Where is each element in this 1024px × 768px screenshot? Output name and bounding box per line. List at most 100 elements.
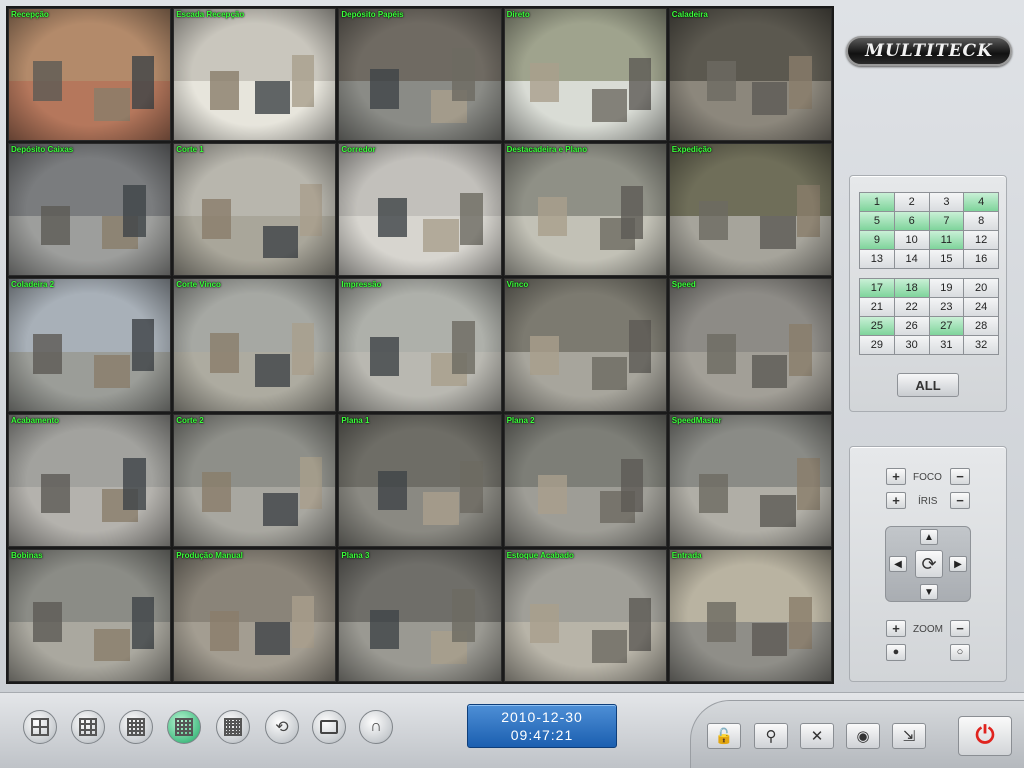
camera-tile[interactable]: Escada Recepção (173, 8, 337, 142)
channel-button-5[interactable]: 5 (860, 212, 894, 230)
channel-button-28[interactable]: 28 (964, 317, 998, 335)
channel-button-23[interactable]: 23 (929, 298, 964, 316)
channel-button-15[interactable]: 15 (929, 250, 964, 268)
channel-button-10[interactable]: 10 (894, 231, 929, 249)
lens-vignette (669, 414, 831, 546)
camera-tile[interactable]: Direto (503, 8, 667, 142)
camera-tile[interactable]: Corte Vinco (173, 278, 337, 412)
channel-button-7[interactable]: 7 (929, 212, 964, 230)
channel-button-21[interactable]: 21 (860, 298, 894, 316)
channel-button-29[interactable]: 29 (860, 336, 894, 354)
channel-button-14[interactable]: 14 (894, 250, 929, 268)
channel-button-9[interactable]: 9 (860, 231, 894, 249)
lock-button[interactable]: 🔓 (707, 723, 741, 749)
camera-tile[interactable]: Speed (668, 278, 832, 412)
camera-tile[interactable]: Plana 1 (338, 413, 502, 547)
search-button[interactable]: ⚲ (754, 723, 788, 749)
camera-tile[interactable]: Expedição (668, 143, 832, 277)
zoom-minus-button[interactable]: − (950, 620, 970, 637)
channel-button-2[interactable]: 2 (894, 193, 929, 211)
pan-left-button[interactable]: ◀ (889, 556, 907, 572)
channel-button-16[interactable]: 16 (964, 250, 998, 268)
focus-plus-button[interactable]: + (886, 468, 906, 485)
channel-button-11[interactable]: 11 (929, 231, 964, 249)
channel-button-1[interactable]: 1 (860, 193, 894, 211)
channel-button-4[interactable]: 4 (964, 193, 998, 211)
camera-tile[interactable]: Estoque Acabado (503, 548, 667, 682)
camera-tile[interactable]: Corredor (338, 143, 502, 277)
layout-2x2-button[interactable] (71, 710, 105, 744)
power-button[interactable]: ⏻ (958, 716, 1012, 756)
camera-tile[interactable]: Depósito Papéis (338, 8, 502, 142)
camera-tile[interactable]: Corte 1 (173, 143, 337, 277)
layout-3x3-button[interactable] (119, 710, 153, 744)
channel-button-6[interactable]: 6 (894, 212, 929, 230)
camera-label: Corte 2 (176, 415, 204, 425)
channel-button-12[interactable]: 12 (964, 231, 998, 249)
layout-1x1-button[interactable] (23, 710, 57, 744)
iris-minus-button[interactable]: − (950, 492, 970, 509)
channel-button-17[interactable]: 17 (860, 279, 894, 297)
camera-tile[interactable]: Entrada (668, 548, 832, 682)
camera-label: Corte Vinco (176, 280, 221, 290)
pan-up-button[interactable]: ▲ (920, 529, 938, 545)
camera-tile[interactable]: Bobinas (8, 548, 172, 682)
channel-button-22[interactable]: 22 (894, 298, 929, 316)
grid-cell (40, 727, 48, 735)
camera-tile[interactable]: Coladeira 2 (8, 278, 172, 412)
camera-label: SpeedMaster (671, 415, 722, 425)
record-button[interactable]: ◉ (846, 723, 880, 749)
channel-button-32[interactable]: 32 (964, 336, 998, 354)
channel-button-19[interactable]: 19 (929, 279, 964, 297)
date-time-display: 2010-12-30 09:47:21 (467, 704, 617, 748)
camera-tile[interactable]: SpeedMaster (668, 413, 832, 547)
channel-group-2: 17 18 19 20 21 22 23 24 25 26 27 28 29 30 31 32 (859, 278, 999, 355)
camera-tile[interactable]: Depósito Caixas (8, 143, 172, 277)
bulb-icon: ● (892, 646, 900, 658)
minimize-button[interactable]: ⇲ (892, 723, 926, 749)
channel-button-8[interactable]: 8 (964, 212, 998, 230)
camera-tile[interactable]: Acabamento (8, 413, 172, 547)
camera-tile[interactable]: Destacadeira e Plano (503, 143, 667, 277)
camera-grid: Recepção Escada Recepção Depósito Papéis Di… (6, 6, 834, 684)
fullscreen-button[interactable] (312, 710, 346, 744)
settings-button[interactable]: ✕ (800, 723, 834, 749)
lens-vignette (9, 549, 171, 681)
focus-minus-button[interactable]: − (950, 468, 970, 485)
layout-4x4-button[interactable] (167, 710, 201, 744)
pan-down-button[interactable]: ▼ (920, 584, 938, 600)
lens-vignette (174, 144, 336, 276)
lens-vignette (339, 9, 501, 141)
channel-button-20[interactable]: 20 (964, 279, 998, 297)
camera-tile[interactable]: Caladeira (668, 8, 832, 142)
channel-button-13[interactable]: 13 (860, 250, 894, 268)
camera-tile[interactable]: Impressão (338, 278, 502, 412)
camera-tile[interactable]: Recepção (8, 8, 172, 142)
lens-vignette (669, 549, 831, 681)
channel-button-27[interactable]: 27 (929, 317, 964, 335)
camera-tile[interactable]: Plana 3 (338, 548, 502, 682)
channel-button-30[interactable]: 30 (894, 336, 929, 354)
channel-button-25[interactable]: 25 (860, 317, 894, 335)
all-channels-button[interactable]: ALL (897, 373, 959, 397)
channel-button-18[interactable]: 18 (894, 279, 929, 297)
camera-tile[interactable]: Produção Manual (173, 548, 337, 682)
iris-plus-button[interactable]: + (886, 492, 906, 509)
camera-tile[interactable]: Plana 2 (503, 413, 667, 547)
audio-button[interactable]: ∩ (359, 710, 393, 744)
layout-5x5-button[interactable] (216, 710, 250, 744)
light-on-button[interactable]: ● (886, 644, 906, 661)
zoom-plus-button[interactable]: + (886, 620, 906, 637)
light-off-button[interactable]: ○ (950, 644, 970, 661)
channel-button-3[interactable]: 3 (929, 193, 964, 211)
channel-button-26[interactable]: 26 (894, 317, 929, 335)
camera-tile[interactable]: Vinco (503, 278, 667, 412)
channel-button-24[interactable]: 24 (964, 298, 998, 316)
sequence-button[interactable]: ⟲ (265, 710, 299, 744)
camera-label: Direto (506, 10, 530, 19)
pan-right-button[interactable]: ▶ (949, 556, 967, 572)
auto-rotate-button[interactable]: ⟳ (915, 550, 943, 578)
channel-button-31[interactable]: 31 (929, 336, 964, 354)
lens-vignette (174, 9, 336, 141)
camera-tile[interactable]: Corte 2 (173, 413, 337, 547)
